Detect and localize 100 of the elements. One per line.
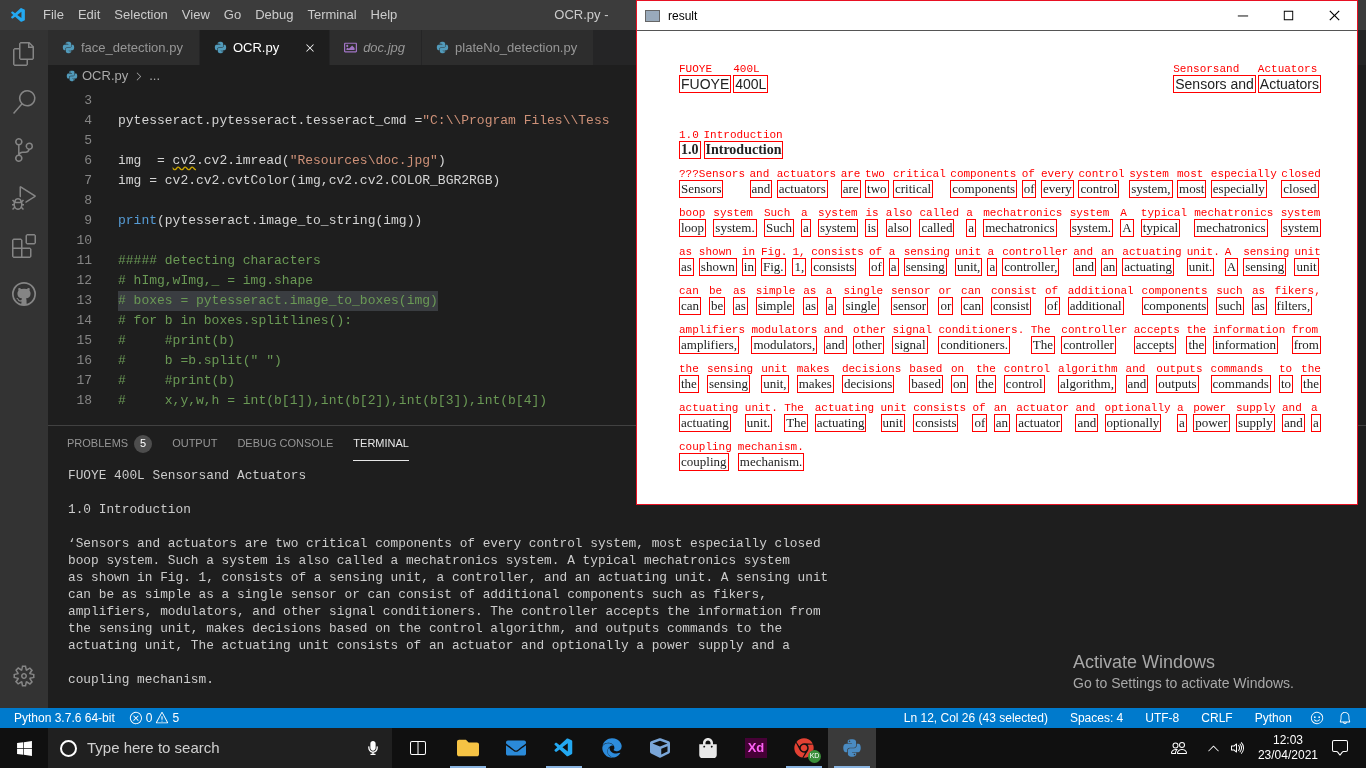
word-box: a [825,297,836,315]
menu-item[interactable]: View [174,5,217,25]
ocr-label: a [987,246,994,258]
python-interpreter[interactable]: Python 3.7.6 64-bit [14,709,115,727]
line-number: 8 [83,192,92,211]
menu-item[interactable]: Terminal [300,5,364,25]
ocr-label: unit [880,402,907,414]
word-box: unit. [1186,258,1215,276]
debug-icon[interactable] [12,186,36,210]
word-box: shown [698,258,737,276]
ocr-label: The [1030,324,1051,336]
word-box: the [975,375,996,393]
ocr-label: and [1281,402,1302,414]
windows-start-icon[interactable] [15,739,33,757]
status-item[interactable]: Python [1254,709,1292,727]
word-box: sensing [1243,258,1287,276]
microphone-icon[interactable] [366,741,380,755]
ocr-label: can [961,285,981,297]
word-box: a [1311,414,1321,432]
extensions-icon[interactable] [12,234,36,258]
menu-item[interactable]: Edit [70,5,108,25]
ocr-label: on [950,363,965,375]
panel-tab[interactable]: DEBUG CONSOLE [237,426,334,461]
word-box: especially [1210,180,1267,198]
word-box: as [733,297,748,315]
ocr-label: sensing [706,363,754,375]
ocr-label: makes [796,363,830,375]
word-box: typical [1140,219,1181,237]
ocr-label: The [784,402,804,414]
task-view-icon[interactable] [410,740,426,756]
editor-tab[interactable]: plateNo_detection.py [422,30,595,65]
bell-icon[interactable] [1338,711,1352,725]
smiley-icon[interactable] [1310,711,1324,725]
line-number: 4 [83,112,92,131]
word-box: sensing [903,258,947,276]
taskbar-app[interactable]: Xd [732,728,780,768]
explorer-icon[interactable] [12,42,36,66]
ocr-label: a [825,285,833,297]
word-box: a [966,219,977,237]
menu-item[interactable]: Debug [248,5,301,25]
breadcrumb-item[interactable]: OCR.py [82,66,129,86]
status-item[interactable]: Ln 12, Col 26 (43 selected) [903,709,1048,727]
word-box: two [865,180,889,198]
code-line: img = cv2.cv2.cvtColor(img,cv2.cv2.COLOR_BGR2RGB) [118,172,501,191]
menu-item[interactable]: Selection [107,5,175,25]
editor-tab[interactable]: doc.jpg [330,30,423,65]
search-icon[interactable] [12,90,36,114]
word-box: and [1073,258,1096,276]
status-item[interactable]: Spaces: 4 [1069,709,1124,727]
line-number: 6 [83,152,92,171]
word-box: consist [990,297,1032,315]
editor-tab[interactable]: face_detection.py [48,30,200,65]
word-box: A [1224,258,1239,276]
menu-item[interactable]: Help [363,5,405,25]
ocr-label: the [1301,363,1321,375]
panel-tab[interactable]: TERMINAL [353,426,409,461]
panel-tab[interactable]: PROBLEMS 5 [67,426,153,461]
word-box: a [987,258,998,276]
search-bar[interactable]: Type here to search [48,728,392,768]
search-field[interactable]: Type here to search [87,736,356,760]
status-item[interactable]: CRLF [1201,709,1233,727]
ocr-label: be [708,285,723,297]
code-line: print(pytesseract.image_to_string(img)) [118,212,423,231]
ocr-label: sensor [890,285,931,297]
ocr-label: single [843,285,884,297]
word-box: system. [713,219,757,237]
people-icon[interactable] [1170,740,1187,756]
ocr-label: optionally [1104,402,1171,414]
github-icon[interactable] [12,282,36,306]
word-box: an [993,414,1010,432]
word-box: critical [893,180,934,198]
ocr-label: boop [679,207,706,219]
word-box: 400L [733,75,769,93]
ocr-label: closed [1281,168,1321,180]
editor-tab[interactable]: OCR.py [199,30,331,65]
activation-title: Activate Windows [1073,651,1217,673]
settings-icon[interactable] [12,664,36,688]
menu-item[interactable]: File [36,5,71,25]
clock-time[interactable]: 12:03 [1272,733,1303,748]
ocr-label: unit [761,363,788,375]
word-box: of [1021,180,1037,198]
notification-icon[interactable] [1332,740,1348,756]
ocr-label: and [1125,363,1146,375]
ocr-label: supply [1236,402,1276,414]
clock-date[interactable]: 23/04/2021 [1257,748,1318,763]
ocr-label: algorithm [1058,363,1118,375]
code-line: # b =b.split(" ") [118,352,282,371]
ocr-label: of [869,246,883,258]
word-box: as [679,258,694,276]
word-box: actuator [1016,414,1063,432]
source-control-icon[interactable] [12,138,36,162]
breadcrumb-item[interactable]: ... [149,66,161,86]
ocr-label: ???Sensors [679,168,745,180]
line-number: 17 [75,372,92,391]
status-item[interactable]: UTF-8 [1145,709,1180,727]
speaker-icon[interactable] [1229,740,1246,756]
panel-tab[interactable]: OUTPUT [172,426,218,461]
problems-indicator[interactable]: 0 5 [128,709,180,727]
menu-item[interactable]: Go [216,5,249,25]
word-box: and [1125,375,1149,393]
